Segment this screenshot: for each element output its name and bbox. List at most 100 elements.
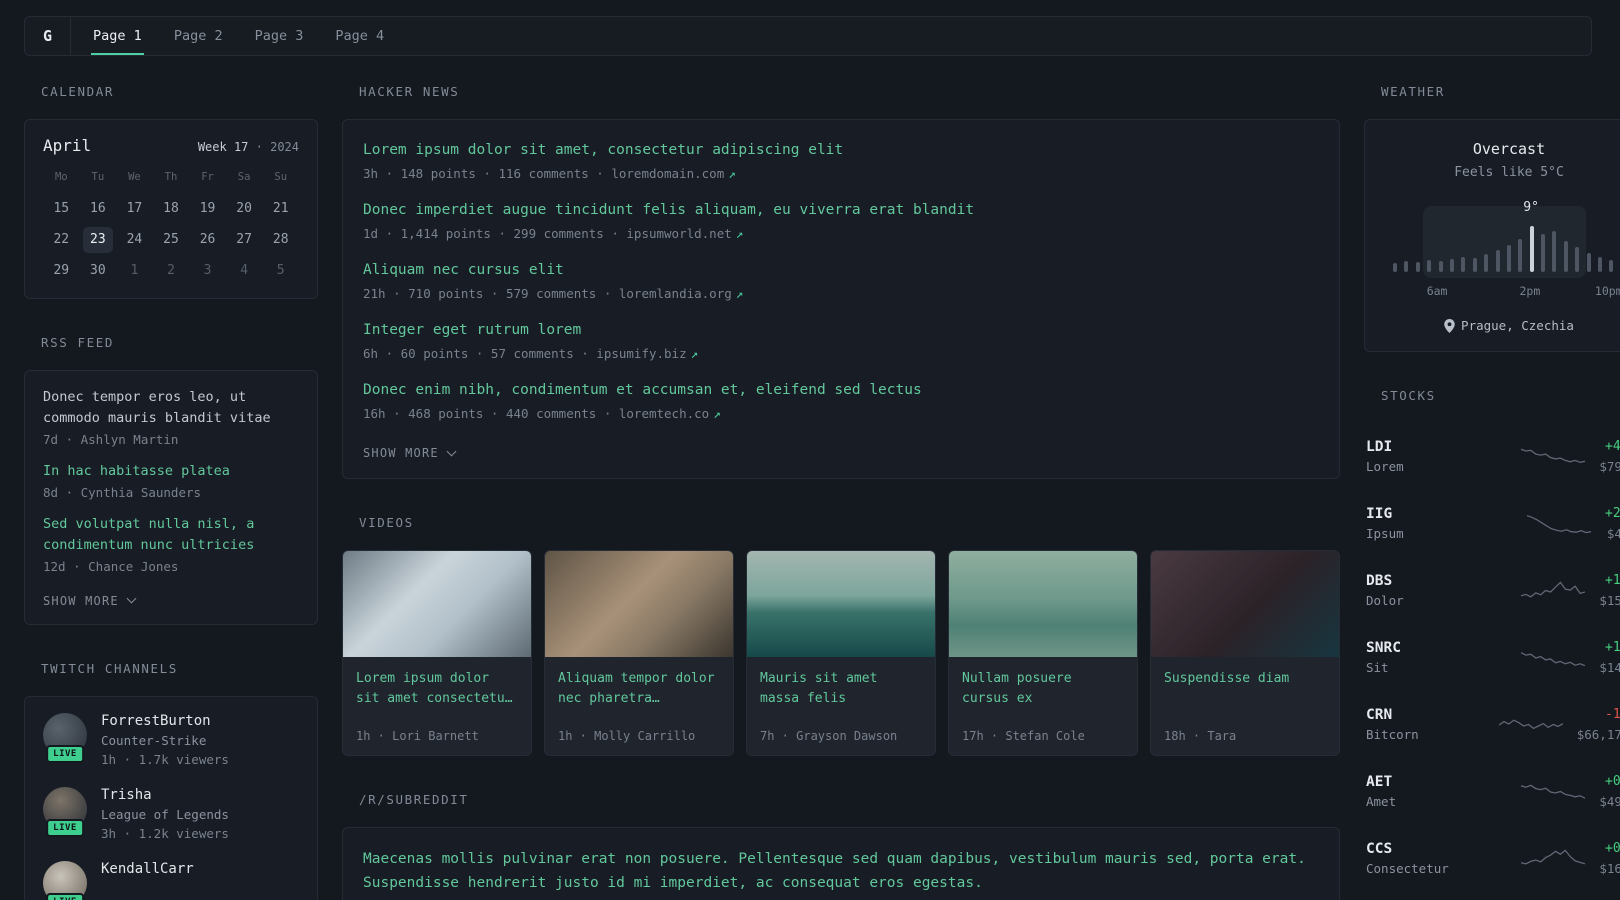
video-thumbnail — [949, 551, 1137, 658]
tab-page-3[interactable]: Page 3 — [253, 17, 306, 55]
dashboard: G Page 1 Page 2 Page 3 Page 4 CALENDAR A… — [0, 0, 1620, 900]
weather-bar — [1609, 260, 1614, 272]
calendar-day: 26 — [199, 232, 216, 247]
video-thumbnail — [545, 551, 733, 658]
stock-sparkline — [1498, 718, 1563, 729]
subreddit-widget: /R/SUBREDDIT Maecenas mollis pulvinar er… — [342, 792, 1340, 900]
twitch-channel-name: ForrestBurton — [101, 712, 211, 729]
stock-sparkline — [1527, 514, 1592, 533]
rss-show-more-button[interactable]: SHOW MORE — [43, 590, 137, 610]
rss-item[interactable]: Donec tempor eros leo, ut commodo mauris… — [43, 387, 299, 447]
subreddit-post[interactable]: Maecenas mollis pulvinar erat non posuer… — [363, 848, 1319, 900]
stock-row[interactable]: DBS Dolor +1.42% $156.28 — [1364, 557, 1620, 624]
external-link-icon: ↗ — [728, 166, 736, 182]
twitch-channel-meta: 3h · 1.2k viewers — [101, 825, 229, 841]
stock-row[interactable]: AET Amet +0.92% $499.72 — [1364, 758, 1620, 825]
twitch-channel[interactable]: LIVE Trisha League of Legends 3h · 1.2k … — [43, 786, 299, 841]
rss-card: Donec tempor eros leo, ut commodo mauris… — [24, 370, 318, 625]
stock-row[interactable]: IIG Ipsum +2.84% $42.04 — [1364, 490, 1620, 557]
main-grid: CALENDAR April Week 17 · 2024 Mo Tu We T… — [24, 84, 1620, 900]
calendar-day-next-month: 1 — [130, 263, 139, 278]
weather-section-title: WEATHER — [1381, 84, 1445, 99]
calendar-grid: Mo Tu We Th Fr Sa Su 15 16 17 18 19 20 2… — [43, 171, 299, 284]
twitch-section-title: TWITCH CHANNELS — [41, 660, 178, 676]
hn-story[interactable]: Lorem ipsum dolor sit amet, consectetur … — [363, 140, 1319, 181]
stock-price: $42.04 — [1606, 526, 1620, 541]
calendar-day-next-month: 2 — [167, 263, 175, 278]
weather-card: Overcast Feels like 5°C 9° 6am 2pm 10pm … — [1364, 119, 1620, 352]
video-title: Lorem ipsum dolor sit amet consectetu… — [356, 671, 513, 707]
live-badge: LIVE — [46, 744, 84, 763]
weather-bar — [1552, 231, 1557, 272]
twitch-channel[interactable]: LIVE ForrestBurton Counter-Strike 1h · 1… — [43, 712, 299, 767]
hn-show-more-button[interactable]: SHOW MORE — [363, 442, 457, 462]
video-card[interactable]: Mauris sit amet massa felis 7h · Grayson… — [746, 550, 936, 757]
video-card[interactable]: Suspendisse diam 18h · Tara — [1150, 550, 1340, 757]
video-meta: 7h · Grayson Dawson — [760, 729, 898, 744]
header-divider — [70, 17, 72, 55]
chevron-down-icon — [446, 446, 457, 457]
app-logo[interactable]: G — [43, 17, 70, 55]
stock-row[interactable]: AHS +0.46% — [1364, 892, 1620, 900]
external-link-icon: ↗ — [735, 286, 744, 302]
right-column: WEATHER Overcast Feels like 5°C 9° 6am 2… — [1364, 84, 1620, 900]
video-card[interactable]: Aliquam tempor dolor nec pharetra… 1h · … — [544, 550, 734, 757]
weather-bar — [1461, 257, 1466, 272]
rss-widget: RSS FEED Donec tempor eros leo, ut commo… — [24, 335, 318, 625]
calendar-dow: Tu — [91, 171, 105, 183]
video-card[interactable]: Nullam posuere cursus ex 17h · Stefan Co… — [948, 550, 1138, 757]
hn-story-meta: 21h · 710 points · 579 comments · loreml… — [363, 286, 744, 302]
weather-bar — [1404, 261, 1409, 272]
hn-story[interactable]: Donec enim nibh, condimentum et accumsan… — [363, 380, 1319, 421]
middle-column: HACKER NEWS Lorem ipsum dolor sit amet, … — [342, 84, 1340, 900]
tab-page-2[interactable]: Page 2 — [172, 17, 225, 55]
hacker-news-widget: HACKER NEWS Lorem ipsum dolor sit amet, … — [342, 84, 1340, 480]
stock-row[interactable]: LDI Lorem +4.35% $795.18 — [1364, 423, 1620, 490]
tab-page-4[interactable]: Page 4 — [333, 17, 386, 55]
tab-page-1[interactable]: Page 1 — [91, 17, 144, 55]
twitch-channel-category: Counter-Strike — [101, 732, 207, 748]
stock-name: Bitcorn — [1366, 727, 1419, 742]
weather-bar — [1506, 245, 1511, 272]
hn-story[interactable]: Aliquam nec cursus elit 21h · 710 points… — [363, 260, 1319, 301]
twitch-channel[interactable]: LIVE KendallCarr — [43, 860, 299, 900]
stock-name: Lorem — [1366, 459, 1404, 474]
videos-section-title: VIDEOS — [359, 515, 414, 531]
video-body: Mauris sit amet massa felis 7h · Grayson… — [747, 657, 935, 755]
weather-widget: WEATHER Overcast Feels like 5°C 9° 6am 2… — [1364, 84, 1620, 352]
weather-bar — [1598, 257, 1603, 272]
stock-price: $66,171.48 — [1576, 727, 1620, 742]
rss-item[interactable]: Sed volutpat nulla nisl, a condimentum n… — [43, 514, 299, 574]
stock-price: $795.18 — [1599, 459, 1620, 474]
calendar-day: 19 — [199, 201, 216, 216]
calendar-day: 29 — [53, 263, 70, 278]
stock-row[interactable]: SNRC Sit +1.36% $148.64 — [1364, 624, 1620, 691]
weather-bar — [1438, 261, 1443, 272]
live-badge: LIVE — [46, 892, 84, 900]
stock-price: $156.28 — [1599, 593, 1620, 608]
stock-symbol: CRN — [1366, 707, 1393, 723]
hn-story-title: Lorem ipsum dolor sit amet, consectetur … — [363, 142, 844, 158]
stock-change: +0.92% — [1605, 774, 1620, 789]
calendar-dow: Fr — [201, 171, 214, 183]
stock-change: +2.84% — [1605, 506, 1620, 521]
weather-bar — [1393, 263, 1397, 272]
external-link-icon: ↗ — [713, 406, 721, 422]
stock-id: CRN Bitcorn — [1366, 707, 1485, 742]
stock-row[interactable]: CRN Bitcorn -1.00% $66,171.48 — [1364, 691, 1620, 758]
hn-story[interactable]: Integer eget rutrum lorem 6h · 60 points… — [363, 320, 1319, 361]
calendar-day-next-month: 5 — [276, 263, 285, 278]
stock-row[interactable]: CCS Consectetur +0.51% $165.84 — [1364, 825, 1620, 892]
weather-bar — [1472, 258, 1477, 272]
hn-story[interactable]: Donec imperdiet augue tincidunt felis al… — [363, 200, 1319, 241]
stock-id: SNRC Sit — [1366, 640, 1507, 675]
topbar: G Page 1 Page 2 Page 3 Page 4 — [24, 16, 1592, 56]
hn-story-meta: 6h · 60 points · 57 comments · ipsumify.… — [363, 346, 699, 362]
rss-item[interactable]: In hac habitasse platea 8d · Cynthia Sau… — [43, 461, 299, 500]
stocks-section-title: STOCKS — [1381, 388, 1436, 403]
weather-bars: 9° — [1393, 200, 1620, 278]
video-body: Suspendisse diam 18h · Tara — [1151, 657, 1339, 755]
twitch-channel-meta: 1h · 1.7k viewers — [101, 751, 229, 767]
video-card[interactable]: Lorem ipsum dolor sit amet consectetu… 1… — [342, 550, 532, 757]
hn-story-title: Donec imperdiet augue tincidunt felis al… — [363, 202, 975, 219]
